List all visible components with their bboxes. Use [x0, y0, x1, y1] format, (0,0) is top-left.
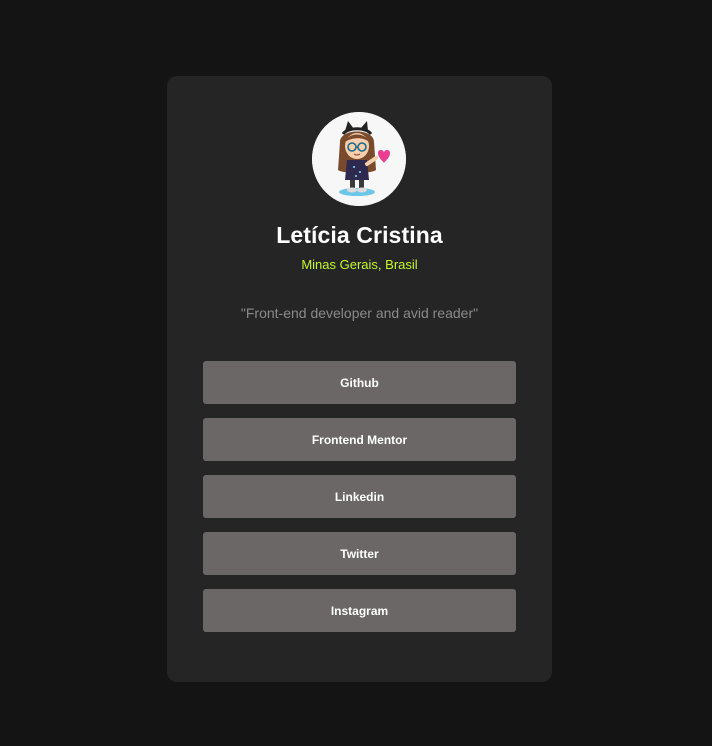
profile-card: Letícia Cristina Minas Gerais, Brasil "F… — [167, 76, 552, 682]
social-links-list: Github Frontend Mentor Linkedin Twitter … — [203, 361, 516, 646]
profile-location: Minas Gerais, Brasil — [301, 257, 418, 272]
twitter-link-button[interactable]: Twitter — [203, 532, 516, 575]
profile-bio: "Front-end developer and avid reader" — [240, 305, 479, 321]
cartoon-girl-avatar-icon — [312, 112, 406, 206]
frontend-mentor-link-button[interactable]: Frontend Mentor — [203, 418, 516, 461]
github-link-button[interactable]: Github — [203, 361, 516, 404]
avatar — [312, 112, 406, 206]
linkedin-link-button[interactable]: Linkedin — [203, 475, 516, 518]
profile-name: Letícia Cristina — [276, 222, 443, 248]
instagram-link-button[interactable]: Instagram — [203, 589, 516, 632]
